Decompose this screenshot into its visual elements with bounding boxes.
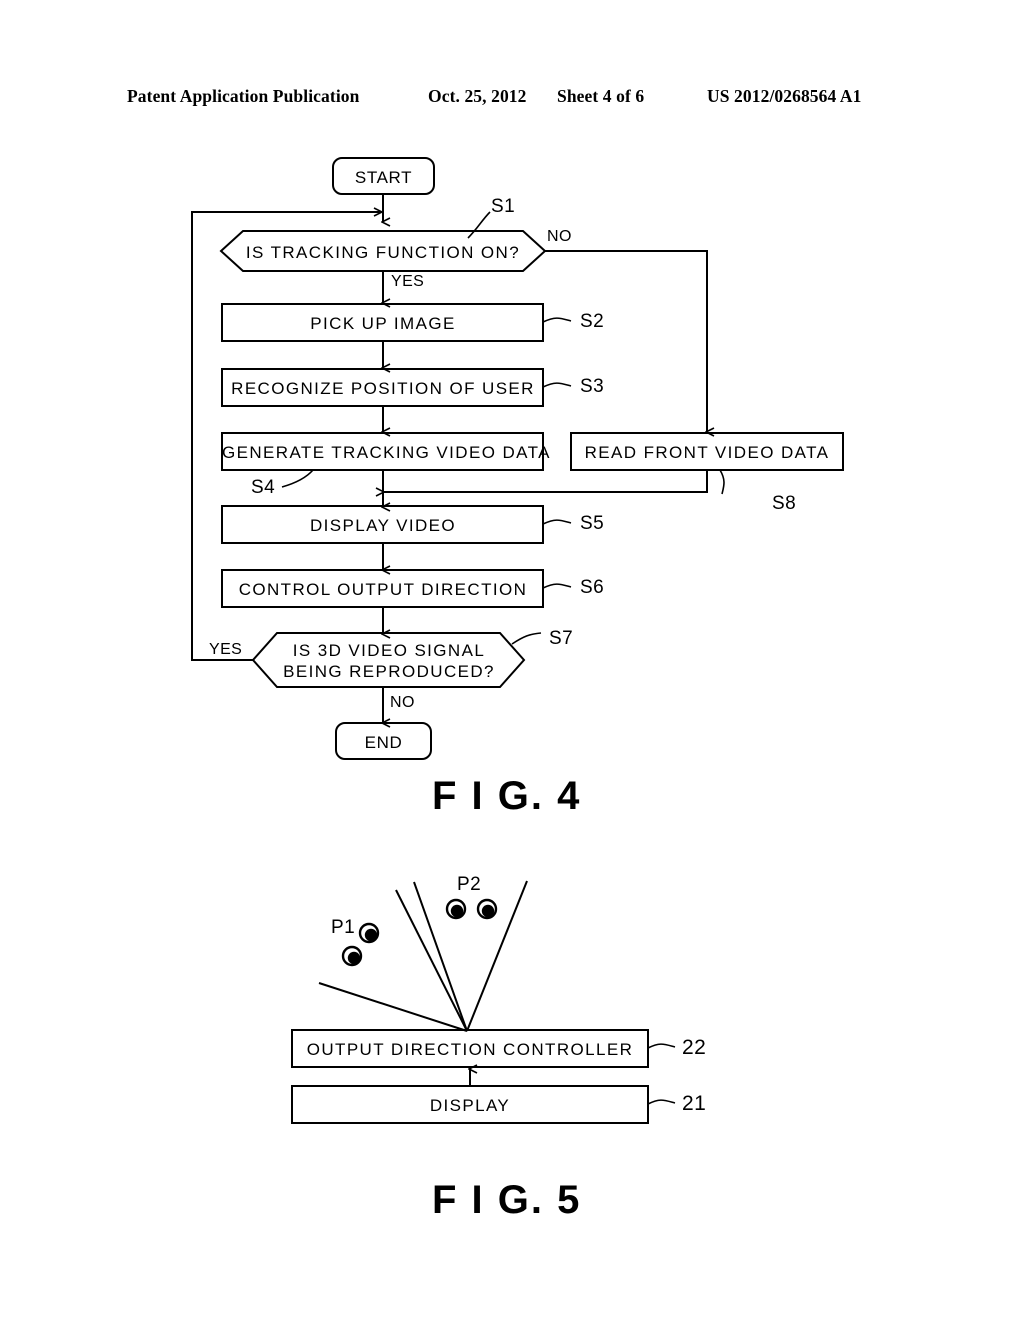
header-publication-date: Oct. 25, 2012 <box>428 86 527 106</box>
eye-marker-p2-left <box>445 898 467 920</box>
step-id-s8: S8 <box>772 493 797 514</box>
flow-s1-label: IS TRACKING FUNCTION ON? <box>245 243 521 262</box>
step-id-s6: S6 <box>580 577 605 598</box>
flow-s4-label: GENERATE TRACKING VIDEO DATA <box>222 443 551 462</box>
flow-s6-label: CONTROL OUTPUT DIRECTION <box>238 580 528 599</box>
edge-label-s1-yes: YES <box>391 273 425 290</box>
step-id-s5: S5 <box>580 513 605 534</box>
point-label-p1: P1 <box>331 917 356 938</box>
flow-start-label: START <box>354 168 413 187</box>
page-header: Patent Application Publication Oct. 25, … <box>0 86 1024 116</box>
eye-marker-p2-right <box>476 898 498 920</box>
fig5-controller-label: OUTPUT DIRECTION CONTROLLER <box>306 1040 634 1059</box>
header-sheet-number: Sheet 4 of 6 <box>557 86 645 106</box>
edge-label-s1-no: NO <box>547 228 572 245</box>
flow-s7-label-line2: BEING REPRODUCED? <box>283 662 495 681</box>
figure-4-caption: F I G. 4 <box>432 774 582 818</box>
flow-s8-label: READ FRONT VIDEO DATA <box>584 443 830 462</box>
header-document-number: US 2012/0268564 A1 <box>707 86 862 106</box>
step-id-s7: S7 <box>549 628 574 649</box>
edge-label-s7-no: NO <box>390 694 415 711</box>
step-id-s3: S3 <box>580 376 605 397</box>
reference-numeral-22: 22 <box>682 1036 707 1059</box>
step-id-s1: S1 <box>491 196 516 217</box>
reference-numeral-21: 21 <box>682 1092 707 1115</box>
flow-s5-label: DISPLAY VIDEO <box>309 516 457 535</box>
step-id-s2: S2 <box>580 311 605 332</box>
edge-label-s7-yes: YES <box>209 641 243 658</box>
header-publication-title: Patent Application Publication <box>127 86 360 106</box>
flow-s3-label: RECOGNIZE POSITION OF USER <box>231 379 535 398</box>
eye-marker-p1-right <box>358 922 380 944</box>
point-label-p2: P2 <box>457 874 482 895</box>
flow-s2-label: PICK UP IMAGE <box>310 314 456 333</box>
flow-end-label: END <box>364 733 403 752</box>
flow-s7-label-line1: IS 3D VIDEO SIGNAL <box>292 641 486 660</box>
fig5-eye-markers <box>341 898 498 967</box>
fig5-beam-lines <box>318 880 528 1032</box>
figure-5-caption: F I G. 5 <box>432 1178 582 1222</box>
eye-marker-p1-left <box>341 945 363 967</box>
step-id-s4: S4 <box>251 477 276 498</box>
fig5-display-label: DISPLAY <box>429 1096 511 1115</box>
